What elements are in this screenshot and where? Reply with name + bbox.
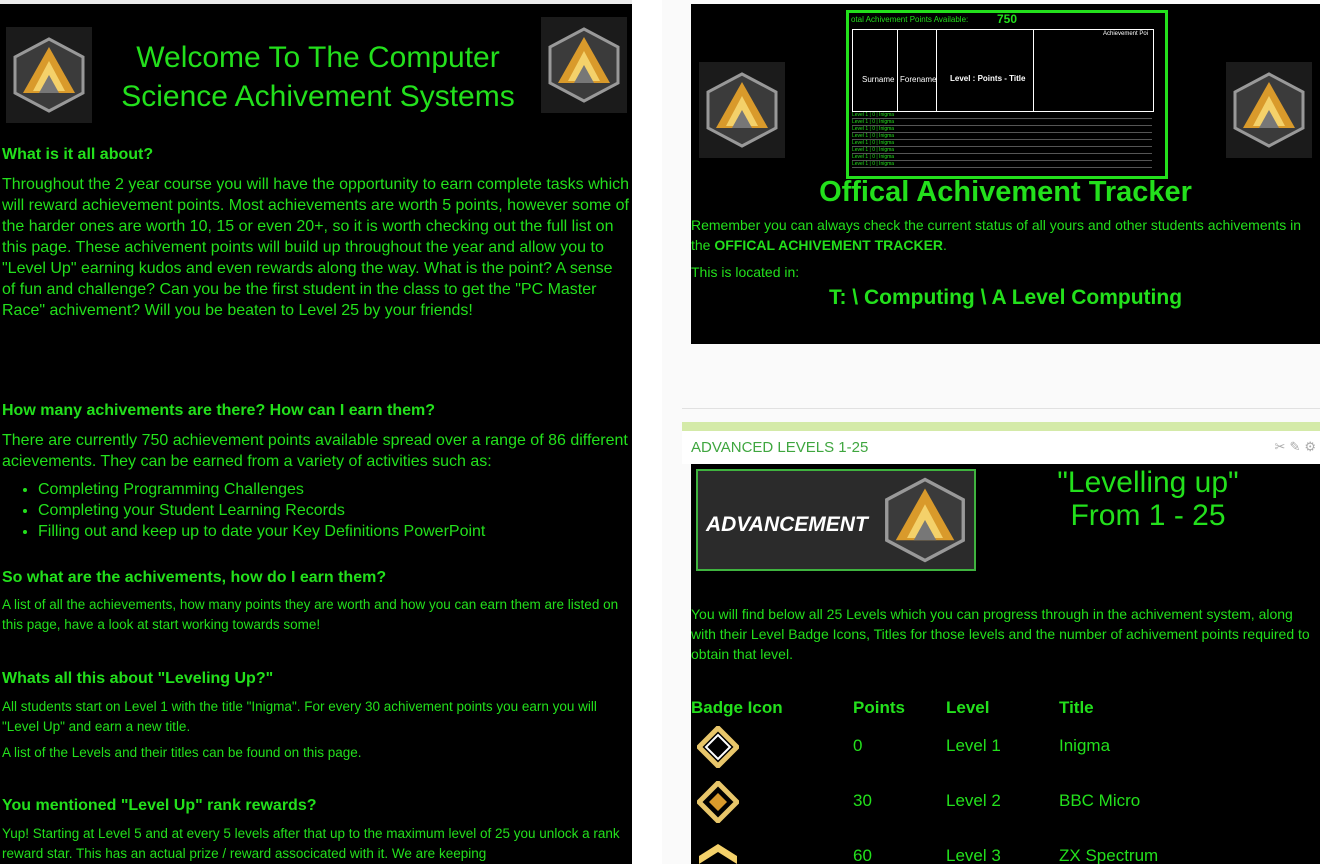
achievement-badge-icon [6,27,92,123]
diamond-gold-icon [695,779,741,828]
page-title: Welcome To The Computer Science Achiveme… [121,41,515,113]
row-points: 30 [853,791,872,810]
row-title: BBC Micro [1059,791,1141,810]
section-paragraph: A list of the Levels and their titles ca… [2,745,362,760]
chevron-gold-icon [697,842,739,864]
tracker-name: OFFICAL ACHIVEMENT TRACKER [714,237,944,253]
divider [682,408,1320,409]
sheet-row: Level 1 | 0 | Inigma [852,154,1152,161]
achievement-badge-icon [699,62,785,158]
sheet-row: Level 1 | 0 | Inigma [852,133,1152,140]
advancement-banner: ADVANCEMENT [696,469,976,571]
levelling-title: "Levelling up" From 1 - 25 [1057,466,1239,532]
sheet-row: Level 1 | 0 | Inigma [852,161,1152,168]
section-heading: What is it all about? [2,146,154,163]
sheet-col-level: Level : Points - Title [950,74,1026,83]
col-points: Points [853,698,905,717]
section-paragraph: A list of all the achievements, how many… [2,597,619,632]
section-heading: You mentioned "Level Up" rank rewards? [2,797,317,814]
row-title: ZX Spectrum [1059,846,1159,864]
col-badge-icon: Badge Icon [691,698,783,717]
edit-icon[interactable]: ✎ [1289,439,1304,454]
sheet-row: Level 1 | 0 | Inigma [852,112,1152,119]
activity-list: Completing Programming Challenges Comple… [20,479,485,542]
section-paragraph: There are currently 750 achievement poin… [2,432,628,470]
row-title: Inigma [1059,736,1111,755]
banner-text: ADVANCEMENT [706,513,868,536]
advanced-levels-header: ADVANCED LEVELS 1-25 ✂✎⚙ [682,431,1320,464]
sheet-row: Level 1 | 0 | Inigma [852,140,1152,147]
row-points: 0 [853,736,863,755]
section-heading: How many achivements are there? How can … [2,402,436,419]
row-points: 60 [853,846,872,864]
sheet-row: Level 1 | 0 | Inigma [852,126,1152,133]
list-item: Filling out and keep up to date your Key… [38,521,485,542]
tracker-description: Remember you can always check the curren… [691,217,1302,253]
tracker-title: Offical Achivement Tracker [819,176,1192,208]
achievement-badge-icon [880,475,970,570]
col-title: Title [1059,698,1094,717]
tracker-location-label: This is located in: [691,264,800,280]
col-level: Level [946,698,990,717]
advanced-levels-panel: ADVANCEMENT "Levelling up" From 1 - 25 Y… [691,464,1320,864]
tracker-panel: otal Achivement Points Available: 750 Su… [691,4,1320,344]
section-accent-bar [682,422,1320,431]
section-paragraph: Yup! Starting at Level 5 and at every 5 … [2,826,620,861]
tracker-spreadsheet-image: otal Achivement Points Available: 750 Su… [846,10,1168,179]
sheet-header: otal Achivement Points Available: [851,15,969,24]
list-item: Completing your Student Learning Records [38,500,485,521]
row-level: Level 3 [946,846,1001,864]
sheet-col-surname: Surname [862,75,895,84]
sheet-total: 750 [997,12,1018,26]
sheet-rows: Level 1 | 0 | Inigma Level 1 | 0 | Inigm… [852,112,1152,168]
achievement-badge-icon [1226,62,1312,158]
sheet-col-forename: Forename [900,75,937,84]
welcome-panel: Welcome To The Computer Science Achiveme… [0,4,632,864]
diamond-outline-icon [695,724,741,773]
list-item: Completing Programming Challenges [38,479,485,500]
section-title: ADVANCED LEVELS 1-25 [691,439,869,456]
section-paragraph: All students start on Level 1 with the t… [2,699,597,734]
sheet-row: Level 1 | 0 | Inigma [852,119,1152,126]
tracker-path: T: \ Computing \ A Level Computing [828,286,1183,309]
cut-icon[interactable]: ✂ [1275,439,1290,454]
settings-icon[interactable]: ⚙ [1304,439,1320,454]
sheet-grid: Surname Forename Level : Points - Title … [852,29,1154,112]
achievement-badge-icon [541,17,627,113]
row-level: Level 2 [946,791,1001,810]
sheet-row: Level 1 | 0 | Inigma [852,147,1152,154]
section-tools: ✂✎⚙ [1275,439,1320,455]
levels-intro: You will find below all 25 Levels which … [691,606,1310,662]
sheet-section: Achievement Poi [1103,31,1149,37]
section-paragraph: Throughout the 2 year course you will ha… [2,176,630,319]
row-level: Level 1 [946,736,1001,755]
section-heading: Whats all this about "Leveling Up?" [2,670,274,687]
column-gap [632,0,662,864]
section-heading: So what are the achivements, how do I ea… [2,569,387,586]
